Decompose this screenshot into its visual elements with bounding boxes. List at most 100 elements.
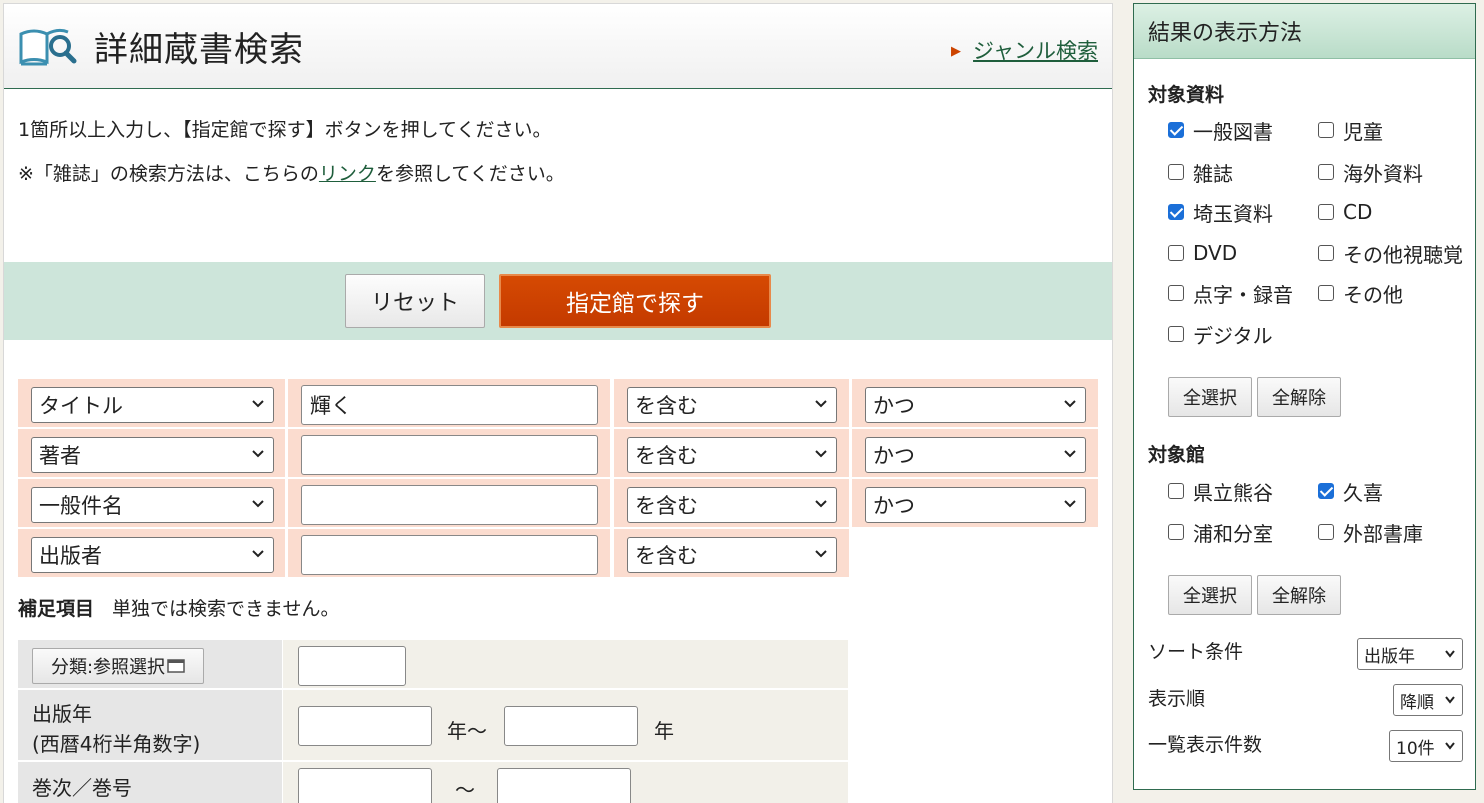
checkbox[interactable] — [1318, 483, 1334, 499]
operator-select[interactable]: かつ — [865, 487, 1086, 523]
checkbox[interactable] — [1318, 285, 1334, 301]
genre-search-link[interactable]: ジャンル検索 — [973, 39, 1098, 63]
checkbox-label: 一般図書 — [1193, 119, 1273, 144]
match-select-value: を含む — [635, 444, 698, 468]
checkbox-label: 児童 — [1343, 119, 1383, 144]
volume-from-input[interactable] — [298, 768, 432, 803]
book-search-icon — [19, 28, 77, 66]
material-checkbox[interactable]: 埼玉資料 — [1168, 199, 1273, 226]
volume-to-input[interactable] — [497, 768, 631, 803]
order-label: 表示順 — [1148, 688, 1206, 710]
instruction-line2: ※「雑誌」の検索方法は、こちらのリンクを参照してください。 — [18, 159, 565, 186]
volume-row: 巻次／巻号 ～ — [18, 762, 848, 803]
library-checkbox[interactable]: 浦和分室 — [1168, 519, 1273, 546]
classification-select-button[interactable]: 分類:参照選択 — [32, 648, 204, 684]
field-cell: 著者 — [18, 429, 285, 477]
search-input[interactable] — [301, 535, 598, 575]
materials-clear-all-button[interactable]: 全解除 — [1257, 377, 1341, 417]
material-checkbox[interactable]: 雑誌 — [1168, 159, 1233, 186]
sort-select[interactable]: 出版年 — [1357, 638, 1463, 670]
checkbox-label: 埼玉資料 — [1193, 201, 1273, 226]
match-cell: を含む — [614, 479, 849, 527]
action-band: リセット 指定館で探す — [4, 262, 1112, 340]
value-cell: 輝く — [288, 379, 610, 427]
library-checkbox[interactable]: 県立熊谷 — [1168, 478, 1273, 505]
checkbox-label: 久喜 — [1343, 480, 1383, 505]
libraries-heading: 対象館 — [1148, 444, 1206, 466]
match-select[interactable]: を含む — [627, 387, 837, 423]
search-library-button[interactable]: 指定館で探す — [499, 274, 771, 328]
checkbox[interactable] — [1168, 245, 1184, 261]
sort-label: ソート条件 — [1148, 641, 1244, 663]
operator-select[interactable]: かつ — [865, 387, 1086, 423]
pub-year-to-input[interactable] — [504, 706, 638, 746]
material-checkbox[interactable]: 海外資料 — [1318, 159, 1423, 186]
material-checkbox[interactable]: DVD — [1168, 240, 1237, 266]
checkbox[interactable] — [1168, 524, 1184, 540]
search-input[interactable]: 輝く — [301, 385, 598, 425]
checkbox[interactable] — [1318, 245, 1334, 261]
checkbox-label: 浦和分室 — [1193, 521, 1273, 546]
count-select[interactable]: 10件 — [1389, 730, 1463, 762]
search-row: 出版者 を含む — [18, 529, 858, 577]
match-select-value: を含む — [635, 544, 698, 568]
checkbox[interactable] — [1168, 164, 1184, 180]
library-checkbox[interactable]: 久喜 — [1318, 478, 1383, 505]
field-select[interactable]: タイトル — [31, 387, 274, 423]
checkbox[interactable] — [1318, 204, 1334, 220]
field-cell: 出版者 — [18, 529, 285, 577]
material-checkbox[interactable]: その他視聴覚 — [1318, 240, 1463, 267]
match-select[interactable]: を含む — [627, 487, 837, 523]
material-checkbox[interactable]: その他 — [1318, 280, 1403, 307]
magazine-help-link[interactable]: リンク — [319, 163, 376, 185]
checkbox[interactable] — [1318, 524, 1334, 540]
checkbox[interactable] — [1168, 285, 1184, 301]
instruction-line1: 1箇所以上入力し、【指定館で探す】ボタンを押してください。 — [18, 119, 552, 141]
field-select[interactable]: 出版者 — [31, 537, 274, 573]
match-cell: を含む — [614, 379, 849, 427]
volume-label: 巻次／巻号 — [32, 776, 132, 800]
operator-select[interactable]: かつ — [865, 437, 1086, 473]
row-label-cell: 巻次／巻号 — [18, 762, 282, 803]
pub-year-from-input[interactable] — [298, 706, 432, 746]
checkbox[interactable] — [1168, 483, 1184, 499]
library-checkbox[interactable]: 外部書庫 — [1318, 519, 1423, 546]
material-checkbox[interactable]: デジタル — [1168, 321, 1273, 348]
reset-button[interactable]: リセット — [345, 274, 485, 328]
material-checkbox[interactable]: 児童 — [1318, 117, 1383, 144]
checkbox[interactable] — [1318, 164, 1334, 180]
chevron-down-icon — [1064, 400, 1076, 408]
material-checkbox[interactable]: 一般図書 — [1168, 117, 1273, 144]
field-select-value: 著者 — [39, 444, 81, 468]
classification-input[interactable] — [298, 646, 406, 686]
checkbox[interactable] — [1168, 204, 1184, 220]
material-checkbox[interactable]: CD — [1318, 199, 1372, 225]
materials-select-all-button[interactable]: 全選択 — [1168, 377, 1252, 417]
search-input[interactable] — [301, 435, 598, 475]
search-input[interactable] — [301, 485, 598, 525]
chevron-down-icon — [815, 500, 827, 508]
match-select[interactable]: を含む — [627, 437, 837, 473]
checkbox[interactable] — [1168, 326, 1184, 342]
operator-select-value: かつ — [873, 444, 915, 468]
libraries-clear-all-button[interactable]: 全解除 — [1257, 575, 1341, 615]
instruction-text: ※「雑誌」の検索方法は、こちらの — [18, 163, 319, 185]
order-select[interactable]: 降順 — [1393, 684, 1463, 716]
instruction-text: を参照してください。 — [375, 163, 565, 185]
button-label: 分類:参照選択 — [50, 657, 166, 678]
field-select[interactable]: 一般件名 — [31, 487, 274, 523]
year-range-separator: 年～ — [447, 719, 487, 743]
match-select-value: を含む — [635, 394, 698, 418]
match-select[interactable]: を含む — [627, 537, 837, 573]
checkbox-label: デジタル — [1193, 323, 1273, 348]
row-value-cell: ～ — [283, 762, 848, 803]
checkbox[interactable] — [1168, 122, 1184, 138]
checkbox[interactable] — [1318, 122, 1334, 138]
field-select[interactable]: 著者 — [31, 437, 274, 473]
material-checkbox[interactable]: 点字・録音 — [1168, 280, 1293, 307]
libraries-select-all-button[interactable]: 全選択 — [1168, 575, 1252, 615]
field-select-value: 出版者 — [39, 544, 102, 568]
checkbox-label: DVD — [1193, 241, 1238, 265]
order-select-value: 降順 — [1400, 692, 1434, 713]
result-display-panel: 結果の表示方法 対象資料 一般図書 児童 雑誌 海外資料 埼玉資料 CD DVD… — [1133, 3, 1476, 790]
